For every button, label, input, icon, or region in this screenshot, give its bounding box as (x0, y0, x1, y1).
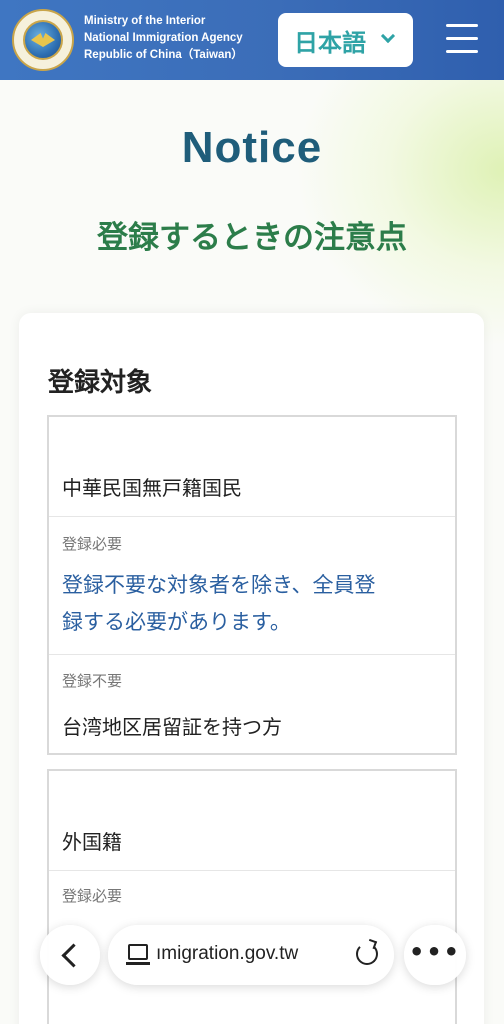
language-selector[interactable]: 日本語 (278, 13, 413, 67)
divider (49, 870, 455, 871)
back-button[interactable] (40, 925, 100, 985)
target-group-box: 外国籍 登録必要 (47, 769, 457, 1024)
divider (49, 516, 455, 517)
section-title: 登録対象 (48, 368, 153, 398)
chevron-down-icon (380, 28, 396, 44)
agency-line-3: Republic of China（Taiwan） (84, 49, 243, 61)
required-text-line-2[interactable]: 録する必要があります。 (62, 604, 291, 641)
more-button[interactable]: ••• (404, 925, 466, 985)
language-label: 日本語 (294, 28, 366, 57)
page-subtitle: 登録するときの注意点 (97, 220, 407, 256)
divider (49, 654, 455, 655)
required-text-line-1[interactable]: 登録不要な対象者を除き、全員登 (62, 567, 376, 604)
required-label: 登録必要 (62, 887, 123, 905)
agency-name[interactable]: Ministry of the Interior National Immigr… (84, 13, 243, 64)
tabs-icon[interactable] (126, 944, 150, 965)
group-heading: 中華民国無戸籍国民 (62, 476, 242, 500)
address-bar[interactable]: ımigration.gov.tw (108, 925, 394, 985)
site-header: Ministry of the Interior National Immigr… (0, 0, 504, 80)
page-title: Notice (181, 123, 323, 172)
target-group-box: 中華民国無戸籍国民 登録必要 登録不要な対象者を除き、全員登 録する必要がありま… (47, 415, 457, 755)
not-required-label: 登録不要 (62, 672, 123, 690)
agency-logo[interactable] (12, 9, 74, 71)
reload-icon[interactable] (356, 943, 378, 965)
hamburger-menu-icon[interactable] (446, 24, 478, 54)
required-label: 登録必要 (62, 535, 123, 553)
group-heading: 外国籍 (62, 830, 122, 854)
agency-line-2: National Immigration Agency (84, 32, 243, 44)
url-text[interactable]: ımigration.gov.tw (156, 943, 298, 965)
agency-line-1: Ministry of the Interior (84, 15, 206, 27)
not-required-text: 台湾地区居留証を持つ方 (62, 715, 282, 739)
